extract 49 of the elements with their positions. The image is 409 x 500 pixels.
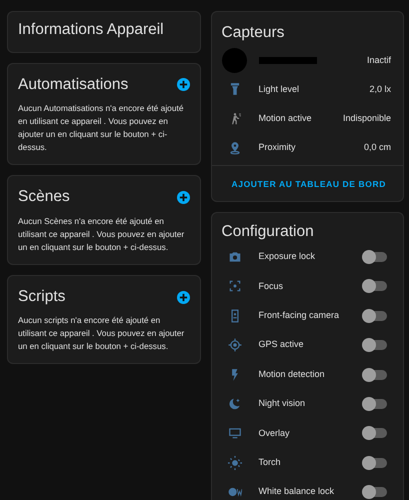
card-title: Configuration: [220, 222, 315, 242]
description-text: Aucun Automatisations n'a encore été ajouté en utilisant ce appareil . Vous pouvez en ajouter un en cliquant sur le bouton + ci-dessus.: [18, 102, 184, 154]
setting-name: Torch: [258, 456, 282, 470]
sensor-name: Motion active: [258, 112, 313, 125]
redaction-bar: [258, 57, 316, 64]
avatar-circle: [222, 48, 246, 74]
card-title: Informations Appareil: [18, 21, 164, 40]
toggle-switch[interactable]: [365, 428, 387, 438]
sensor-state: Indisponible: [342, 112, 391, 125]
plus-icon: [178, 192, 188, 202]
setting-name: Overlay: [258, 426, 291, 440]
sensor-state: 2,0 lx: [369, 82, 391, 96]
monitor-icon: [228, 426, 242, 440]
plus-icon: [178, 292, 188, 302]
toggle-switch[interactable]: [365, 310, 387, 321]
crosshair-icon: [228, 338, 242, 352]
card-title: Scènes: [18, 188, 70, 207]
sensor-name: Light level: [258, 82, 300, 96]
sensor-name: Proximity: [258, 141, 297, 154]
add-button[interactable]: [176, 78, 190, 92]
toggle-switch[interactable]: [365, 281, 387, 292]
toggle-switch[interactable]: [365, 370, 387, 380]
card-title: Capteurs: [220, 24, 286, 43]
add-button[interactable]: [176, 190, 190, 204]
camera-icon: [228, 250, 242, 264]
toggle-switch[interactable]: [365, 399, 387, 409]
focus-icon: [228, 279, 242, 294]
sensor-state: Inactif: [366, 54, 391, 67]
toggle-switch[interactable]: [365, 487, 387, 498]
sun-icon: [228, 456, 242, 470]
setting-name: Night vision: [258, 397, 306, 410]
add-button[interactable]: [176, 290, 190, 304]
setting-name: White balance lock: [258, 485, 336, 498]
description-text: Aucun scripts n'a encore été ajouté en utilisant ce appareil . Vous pouvez en ajouter un en cliquant sur le bouton + ci-dessus.: [18, 314, 186, 354]
toggle-switch[interactable]: [365, 252, 387, 262]
setting-name: GPS active: [258, 338, 305, 352]
setting-name: Front-facing camera: [258, 309, 340, 322]
card-title: Scripts: [18, 288, 66, 306]
card-title: Automatisations: [18, 76, 128, 94]
add-to-dashboard-link[interactable]: AJOUTER AU TABLEAU DE BORD: [232, 178, 386, 191]
setting-name: Exposure lock: [258, 250, 316, 264]
sensor-state: 0,0 cm: [364, 141, 391, 154]
setting-name: Motion detection: [258, 368, 326, 381]
toggle-switch[interactable]: [365, 458, 387, 468]
moon-icon: [228, 397, 242, 411]
plus-icon: [178, 80, 188, 90]
toggle-switch[interactable]: [365, 340, 387, 350]
setting-name: Focus: [258, 280, 284, 293]
description-text: Aucun Scènes n'a encore été ajouté en utilisant ce appareil . Vous pouvez en ajouter un en cliquant sur le bouton + ci-dessus.: [18, 214, 186, 254]
